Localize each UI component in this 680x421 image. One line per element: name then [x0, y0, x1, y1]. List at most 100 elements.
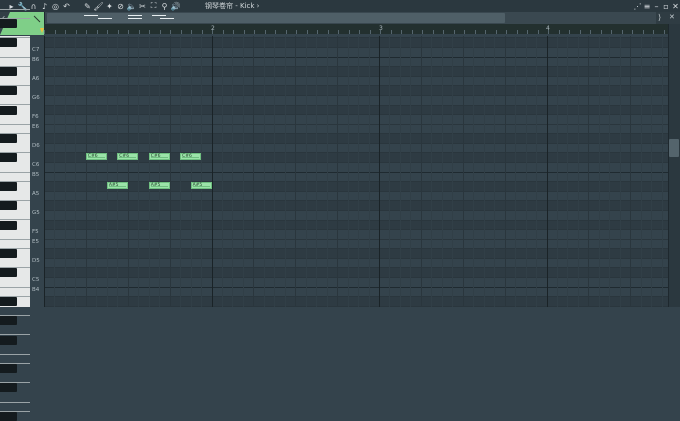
close-icon[interactable]: ✕: [671, 0, 680, 12]
scroll-right-icon[interactable]: ⟩: [658, 12, 661, 23]
ruler-tick: [191, 30, 192, 34]
grid-column-line: [463, 36, 464, 307]
black-key[interactable]: [0, 268, 17, 278]
magnet-icon[interactable]: ∩: [29, 0, 38, 12]
menu-icon[interactable]: ≡: [643, 0, 652, 12]
black-key[interactable]: [0, 364, 17, 374]
ruler-tick: [55, 30, 56, 34]
ruler-tick: [622, 30, 623, 34]
grid-column-line: [274, 36, 275, 307]
note-velocity-line: [119, 157, 137, 159]
ruler-tick: [580, 30, 581, 34]
grid-column-line: [170, 36, 171, 307]
ruler-tick: [254, 30, 255, 34]
ruler-tick: [412, 30, 413, 34]
ruler-tick: [86, 30, 87, 34]
midi-note[interactable]: A#5: [106, 182, 128, 190]
wand-icon[interactable]: ✦: [105, 0, 114, 12]
grid-column-line: [44, 36, 45, 307]
black-key[interactable]: [0, 316, 17, 326]
black-key[interactable]: [0, 297, 17, 307]
grid-column-line: [159, 36, 160, 307]
grid-column-line: [609, 36, 610, 307]
brush-icon[interactable]: 🖌: [93, 0, 103, 12]
black-key[interactable]: [0, 201, 17, 211]
grid-column-line: [473, 36, 474, 307]
black-key[interactable]: [0, 19, 17, 29]
grid-column-line: [75, 36, 76, 307]
overview-note-mark: [152, 15, 166, 16]
zoom-icon[interactable]: ⚲: [160, 0, 169, 12]
ruler-tick: [107, 30, 108, 34]
note-velocity-line: [150, 186, 168, 188]
ruler-tick: [590, 30, 591, 34]
ruler-tick: [328, 30, 329, 34]
midi-note[interactable]: A#5: [190, 182, 212, 190]
mute-icon[interactable]: 🔈: [127, 0, 137, 12]
undo-icon[interactable]: ↶: [62, 0, 71, 12]
note-velocity-line: [192, 186, 210, 188]
black-key[interactable]: [0, 38, 17, 48]
ruler-tick: [611, 30, 612, 34]
grid-column-line: [547, 36, 548, 307]
black-key[interactable]: [0, 134, 17, 144]
black-key[interactable]: [0, 383, 17, 393]
overview-right-panel: ⟩ ✕: [656, 12, 680, 24]
ruler-tick: [443, 30, 444, 34]
timeline-ruler[interactable]: [44, 24, 668, 34]
grid-column-line: [567, 36, 568, 307]
black-key[interactable]: [0, 86, 17, 96]
grid-column-line: [222, 36, 223, 307]
ruler-tick: [149, 30, 150, 34]
slip-icon[interactable]: ✂: [138, 0, 147, 12]
ruler-tick: [338, 30, 339, 34]
pencil-icon[interactable]: ✎: [83, 0, 92, 12]
minimize-icon[interactable]: –: [652, 0, 661, 12]
midi-note[interactable]: C#6: [148, 153, 170, 161]
white-key[interactable]: [0, 0, 30, 10]
ruler-tick: [44, 30, 45, 34]
ruler-tick: [401, 30, 402, 34]
ruler-tick: [475, 30, 476, 34]
grid-column-line: [620, 36, 621, 307]
title-arrow-icon[interactable]: ›: [257, 2, 260, 10]
close-overview-icon[interactable]: ✕: [669, 12, 675, 23]
black-key[interactable]: [0, 105, 17, 115]
midi-note[interactable]: C#6: [117, 153, 139, 161]
midi-note[interactable]: A#5: [148, 182, 170, 190]
midi-note[interactable]: C#6: [85, 153, 107, 161]
ruler-tick: [433, 30, 434, 34]
key-label: B6: [32, 56, 40, 63]
select-icon[interactable]: ⛶: [149, 0, 158, 12]
note-velocity-line: [108, 186, 126, 188]
ruler-tick: [128, 30, 129, 34]
grid-column-line: [243, 36, 244, 307]
black-key[interactable]: [0, 153, 17, 163]
grid-column-line: [526, 36, 527, 307]
black-key[interactable]: [0, 182, 17, 192]
overview-note-mark: [128, 18, 142, 19]
snap-icon[interactable]: ⋰: [633, 0, 642, 12]
black-key[interactable]: [0, 67, 17, 77]
midi-note[interactable]: C#6: [180, 153, 202, 161]
delete-icon[interactable]: ⊘: [116, 0, 125, 12]
black-key[interactable]: [0, 412, 17, 421]
key-label: A5: [32, 190, 40, 197]
piano-keyboard[interactable]: [0, 8, 30, 421]
ruler-tick: [212, 30, 213, 34]
note-grid[interactable]: C#6 C#6 C#6 C#6 A#5 A#5 A#5: [44, 36, 668, 307]
playback-icon[interactable]: 🔊: [171, 0, 181, 12]
grid-column-line: [128, 36, 129, 307]
black-key[interactable]: [0, 249, 17, 259]
horizontal-scroll-thumb[interactable]: [47, 13, 505, 23]
vertical-scrollbar[interactable]: [668, 24, 680, 307]
note-icon[interactable]: ♪: [40, 0, 49, 12]
black-key[interactable]: [0, 335, 17, 345]
black-key[interactable]: [0, 220, 17, 230]
grid-column-line: [86, 36, 87, 307]
grid-column-line: [117, 36, 118, 307]
window-title: 钢琴卷帘 - Kick ›: [205, 1, 259, 11]
target-icon[interactable]: ◎: [51, 0, 60, 12]
maximize-icon[interactable]: ▫: [662, 0, 671, 12]
vertical-scroll-thumb[interactable]: [669, 139, 679, 157]
